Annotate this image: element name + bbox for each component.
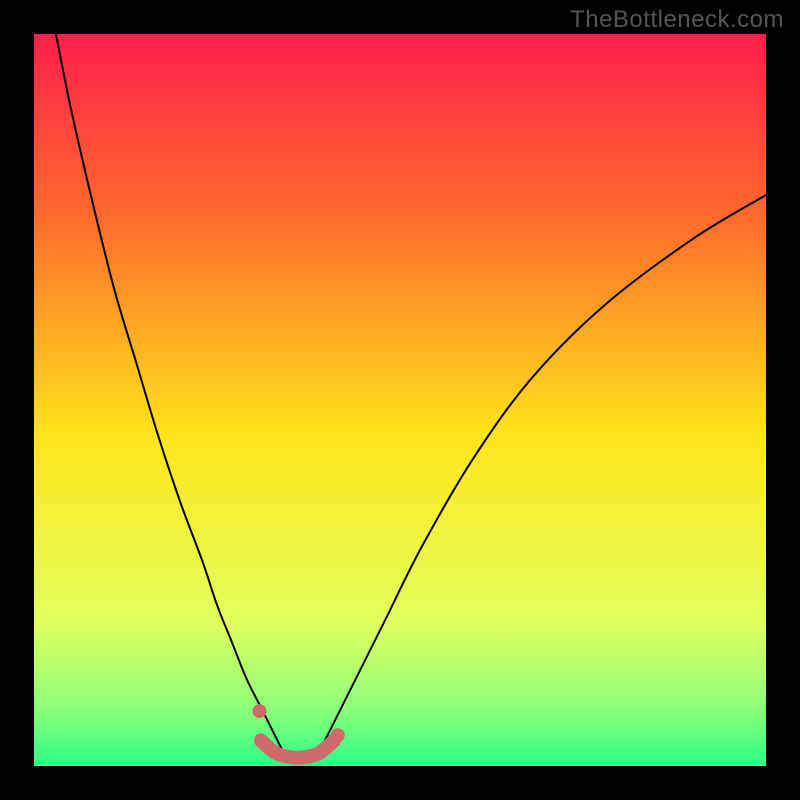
chart-frame: TheBottleneck.com [0, 0, 800, 800]
chart-svg [0, 0, 800, 800]
marker-right-dot [331, 728, 345, 742]
marker-left-dot [252, 704, 266, 718]
plot-background [34, 34, 766, 766]
